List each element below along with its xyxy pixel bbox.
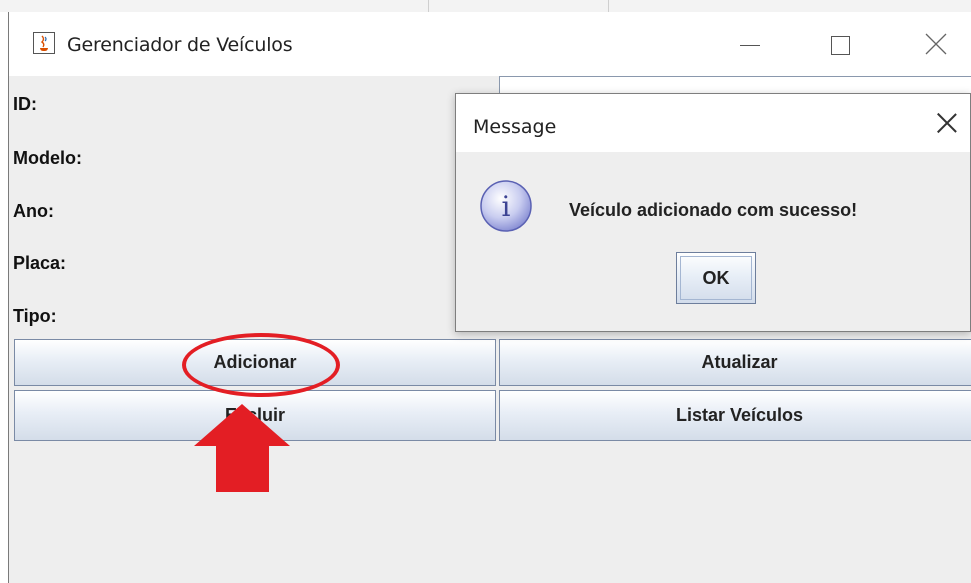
dialog-close-icon[interactable] <box>932 108 962 138</box>
annotation-up-arrow-icon <box>194 404 290 492</box>
close-icon[interactable] <box>915 30 955 60</box>
info-icon: i <box>480 180 532 232</box>
svg-text:i: i <box>502 190 511 223</box>
dialog-titlebar[interactable]: Message <box>456 94 970 152</box>
placa-label: Placa: <box>13 253 67 273</box>
dialog-title: Message <box>473 116 557 138</box>
annotation-highlight-oval <box>182 333 340 397</box>
modelo-label: Modelo: <box>13 148 82 168</box>
minimize-icon[interactable] <box>731 30 771 60</box>
background-windows <box>0 0 971 12</box>
java-cup-icon <box>33 32 55 54</box>
background-divider <box>608 0 609 12</box>
update-button-label: Atualizar <box>701 352 778 372</box>
ano-label: Ano: <box>13 201 54 221</box>
list-vehicles-button-label: Listar Veículos <box>675 405 804 425</box>
window-titlebar[interactable]: Gerenciador de Veículos <box>9 12 971 76</box>
maximize-icon[interactable] <box>821 30 861 60</box>
background-divider <box>428 0 429 12</box>
ok-button[interactable]: OK <box>676 252 756 304</box>
window-title: Gerenciador de Veículos <box>67 34 293 56</box>
dialog-message: Veículo adicionado com sucesso! <box>569 200 858 220</box>
message-dialog: Message i Veículo adicionado com sucesso… <box>455 93 971 332</box>
list-vehicles-button[interactable]: Listar Veículos <box>499 390 971 441</box>
update-button[interactable]: Atualizar <box>499 339 971 386</box>
id-label: ID: <box>13 94 37 114</box>
tipo-label: Tipo: <box>13 306 57 326</box>
ok-button-label: OK <box>702 267 730 288</box>
